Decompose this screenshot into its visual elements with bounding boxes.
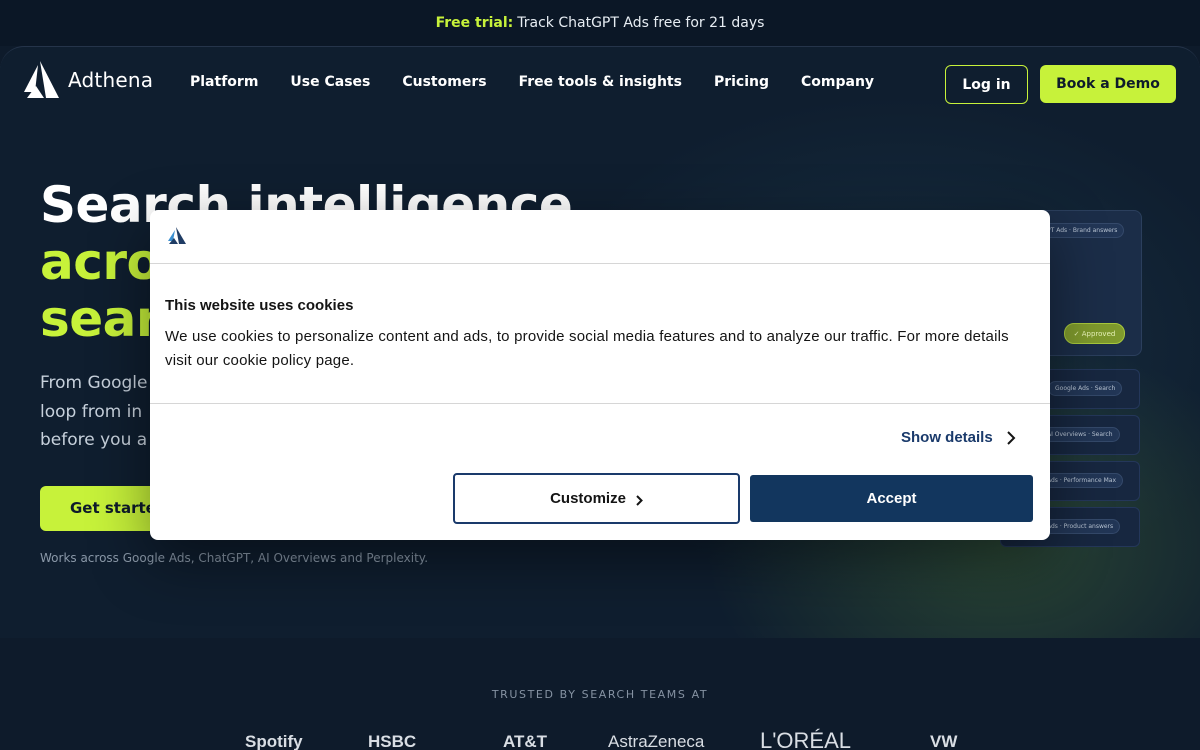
nav-item-use-cases[interactable]: Use Cases bbox=[290, 74, 370, 90]
cookie-title: This website uses cookies bbox=[165, 297, 354, 314]
main-nav: Adthena Platform Use Cases Customers Fre… bbox=[0, 47, 1200, 121]
announcement-bar[interactable]: Free trial: Track ChatGPT Ads free for 2… bbox=[0, 0, 1200, 46]
chevron-right-icon bbox=[1006, 430, 1016, 445]
login-button[interactable]: Log in bbox=[945, 65, 1028, 104]
works-across-note: Works across Google Ads, ChatGPT, AI Ove… bbox=[40, 551, 429, 565]
customer-logo-vw: VW bbox=[930, 732, 958, 750]
nav-item-company[interactable]: Company bbox=[801, 74, 874, 90]
cookie-dialog-header bbox=[150, 210, 1050, 264]
customer-logos: Spotify HSBC AT&T AstraZeneca L'ORÉAL VW bbox=[0, 728, 1200, 750]
brand-name: Adthena bbox=[68, 68, 154, 92]
visual-card-label: Ads · Performance Max bbox=[1040, 473, 1123, 488]
book-demo-button[interactable]: Book a Demo bbox=[1040, 65, 1176, 103]
cookie-brand-logo-icon bbox=[168, 227, 186, 244]
nav-item-customers[interactable]: Customers bbox=[402, 74, 486, 90]
brand-logo[interactable]: Adthena bbox=[24, 61, 153, 99]
visual-card-label: Google Ads · Search bbox=[1048, 381, 1123, 396]
customize-label: Customize bbox=[550, 490, 626, 507]
approved-badge: ✓ Approved bbox=[1064, 323, 1125, 344]
customer-logo-att: AT&T bbox=[503, 732, 548, 750]
adthena-logo-icon bbox=[24, 61, 59, 98]
nav-item-platform[interactable]: Platform bbox=[190, 74, 258, 90]
customize-button[interactable]: Customize bbox=[453, 473, 740, 524]
customer-logo-astrazeneca: AstraZeneca bbox=[608, 732, 705, 750]
customer-logo-spotify: Spotify bbox=[245, 732, 303, 750]
nav-item-pricing[interactable]: Pricing bbox=[714, 74, 769, 90]
show-details-label: Show details bbox=[901, 429, 993, 446]
announcement-text: Track ChatGPT Ads free for 21 days bbox=[517, 15, 765, 31]
accept-button[interactable]: Accept bbox=[750, 475, 1033, 522]
visual-card-label: Ads · Product answers bbox=[1040, 519, 1121, 534]
cookie-divider bbox=[150, 403, 1050, 404]
customer-logo-loreal: L'ORÉAL bbox=[760, 728, 852, 750]
visual-tag-top: PT Ads · Brand answers bbox=[1040, 223, 1125, 238]
visual-card-label: AI Overviews · Search bbox=[1040, 427, 1120, 442]
chevron-right-icon bbox=[636, 495, 643, 506]
nav-item-free-tools[interactable]: Free tools & insights bbox=[519, 74, 682, 90]
announcement-highlight: Free trial: bbox=[435, 15, 514, 31]
trusted-by-label: TRUSTED BY SEARCH TEAMS AT bbox=[491, 688, 709, 701]
show-details-link[interactable]: Show details bbox=[901, 429, 1016, 446]
cookie-body: We use cookies to personalize content an… bbox=[165, 328, 1009, 369]
cookie-consent-dialog: This website uses cookies We use cookies… bbox=[150, 210, 1050, 540]
nav-menu: Platform Use Cases Customers Free tools … bbox=[190, 74, 874, 90]
customer-logo-hsbc: HSBC bbox=[368, 732, 417, 750]
